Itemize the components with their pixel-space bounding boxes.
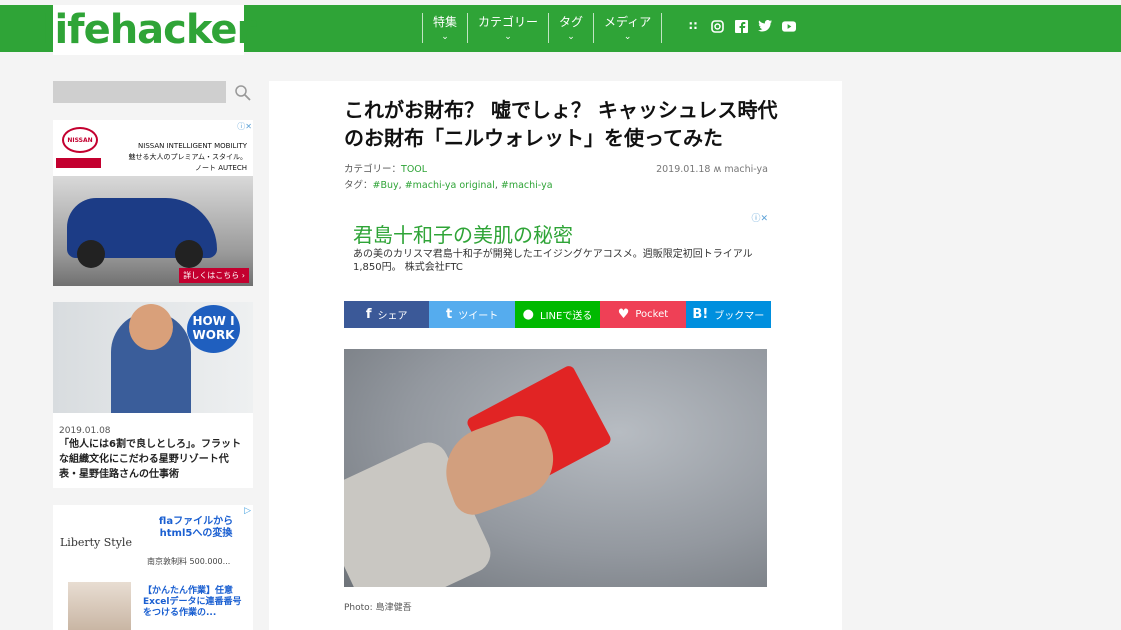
twitter-icon[interactable] <box>758 19 772 33</box>
ad-line1: NISSAN INTELLIGENT MOBILITY <box>138 142 247 150</box>
article-author[interactable]: machi-ya <box>724 164 768 175</box>
tag-link[interactable]: #Buy <box>373 180 399 191</box>
article-meta: カテゴリー：TOOL タグ：#Buy, #machi-ya original, … <box>344 162 768 194</box>
photo-caption: Photo: 島津健吾 <box>344 603 412 613</box>
share-label: ツイート <box>458 311 499 322</box>
card-title[interactable]: 「他人には6割で良しとしろ」。フラットな組織文化にこだわる星野リゾート代表・星野… <box>59 437 247 482</box>
tags-label: タグ： <box>344 180 373 191</box>
chevron-down-icon: ⌄ <box>504 32 512 42</box>
twitter-icon: t <box>446 307 453 322</box>
car-wheel <box>77 240 105 268</box>
article-date: 2019.01.18 <box>656 164 711 175</box>
nissan-logo: NISSAN <box>62 127 98 153</box>
liberty-ad[interactable]: ▷ Liberty Style flaファイルからhtml5への変換 南京敦制料… <box>53 505 253 630</box>
nav-label: メディア <box>604 15 652 29</box>
line-icon: ● <box>522 307 535 322</box>
card-date: 2019.01.08 <box>59 426 111 436</box>
rss-icon[interactable]: ∷ <box>686 19 700 33</box>
chevron-down-icon: ⌄ <box>623 32 632 42</box>
article-date-author: 2019.01.18 ʍ machi-ya <box>656 162 768 178</box>
instagram-icon[interactable] <box>710 19 724 33</box>
tag-link[interactable]: #machi-ya <box>501 180 553 191</box>
ad-copy: NISSAN INTELLIGENT MOBILITY 魅せる大人のプレミアム・… <box>128 141 247 174</box>
ad-choices-icon[interactable]: ⓘ✕ <box>237 121 252 132</box>
nav-label: カテゴリー <box>478 15 539 29</box>
social-links: ∷ <box>686 19 796 33</box>
share-label: シェア <box>377 311 408 322</box>
ad-link-1[interactable]: flaファイルからhtml5への変換 <box>151 516 241 540</box>
ad-brand: Liberty Style <box>60 536 132 549</box>
ad-thumbnail[interactable] <box>68 582 131 630</box>
share-bar: f シェア t ツイート ● LINEで送る ♥ Pocket B! ブックマー <box>344 301 772 328</box>
chevron-down-icon: ⌄ <box>441 32 449 42</box>
site-header: lifehacker 特集 ⌄ カテゴリー ⌄ タグ ⌄ メディア ⌄ ∷ <box>0 5 1121 55</box>
badge-line2: WORK <box>192 328 235 342</box>
nissan-ad[interactable]: NISSAN NISSAN INTELLIGENT MOBILITY 魅せる大人… <box>53 120 253 286</box>
ad-publisher: 南京敦制料 500.000... <box>147 557 231 566</box>
article-title: これがお財布？ 嘘でしょ？ キャッシュレス時代のお財布「ニルウォレット」を使って… <box>344 98 778 150</box>
nav-label: 特集 <box>433 15 458 29</box>
nav-tag[interactable]: タグ ⌄ <box>548 13 593 43</box>
share-twitter-button[interactable]: t ツイート <box>429 301 515 328</box>
share-label: ブックマー <box>714 311 765 322</box>
inline-ad-desc: あの美のカリスマ君島十和子が開発したエイジングケアコスメ。週販限定初回トライアル… <box>353 249 753 273</box>
share-facebook-button[interactable]: f シェア <box>344 301 430 328</box>
related-article-card[interactable]: HOW I WORK 2019.01.08 「他人には6割で良しとしろ」。フラット… <box>53 302 253 488</box>
ad-line3: ノート AUTECH <box>195 164 247 172</box>
car-wheel <box>175 240 203 268</box>
tag-link[interactable]: #machi-ya original <box>405 180 495 191</box>
person-face <box>129 304 173 350</box>
author-icon: ʍ <box>713 164 722 175</box>
search-input[interactable] <box>53 81 226 103</box>
share-pocket-button[interactable]: ♥ Pocket <box>600 301 686 328</box>
facebook-icon[interactable] <box>734 19 748 33</box>
category-link[interactable]: TOOL <box>401 164 427 175</box>
tags-line: タグ：#Buy, #machi-ya original, #machi-ya <box>344 180 553 191</box>
ad-choices-icon[interactable]: ⓘ✕ <box>751 211 768 224</box>
share-label: LINEで送る <box>540 311 593 322</box>
search-icon[interactable] <box>234 84 252 102</box>
nav-tokushu[interactable]: 特集 ⌄ <box>422 13 467 43</box>
ad-cta-button[interactable]: 詳しくはこちら › <box>179 268 249 283</box>
nav-media[interactable]: メディア ⌄ <box>593 13 663 43</box>
share-line-button[interactable]: ● LINEで送る <box>514 301 601 328</box>
inline-ad[interactable]: ⓘ✕ 君島十和子の美肌の秘密 あの美のカリスマ君島十和子が開発したエイジングケア… <box>344 211 768 285</box>
ad-header: NISSAN NISSAN INTELLIGENT MOBILITY 魅せる大人… <box>53 120 253 172</box>
share-hatena-button[interactable]: B! ブックマー <box>685 301 772 328</box>
main-nav: 特集 ⌄ カテゴリー ⌄ タグ ⌄ メディア ⌄ <box>422 13 663 47</box>
site-logo[interactable]: lifehacker <box>42 5 256 55</box>
how-i-work-badge: HOW I WORK <box>187 305 240 353</box>
share-label: Pocket <box>635 309 669 320</box>
logo-text[interactable]: lifehacker <box>42 10 257 50</box>
nav-label: タグ <box>559 15 584 29</box>
badge-line1: HOW I <box>192 314 235 328</box>
nav-category[interactable]: カテゴリー ⌄ <box>467 13 548 43</box>
hatena-bookmark-icon: B! <box>692 307 709 322</box>
article-container: これがお財布？ 嘘でしょ？ キャッシュレス時代のお財布「ニルウォレット」を使って… <box>269 81 842 630</box>
nissan-badge <box>56 158 101 168</box>
ad-choices-icon[interactable]: ▷ <box>244 506 251 516</box>
article-hero-image <box>344 349 767 587</box>
inline-ad-heading[interactable]: 君島十和子の美肌の秘密 <box>353 219 768 248</box>
youtube-icon[interactable] <box>782 19 796 33</box>
facebook-icon: f <box>365 307 372 322</box>
ad-line2: 魅せる大人のプレミアム・スタイル。 <box>128 153 247 161</box>
pocket-icon: ♥ <box>617 307 630 322</box>
chevron-down-icon: ⌄ <box>567 32 575 42</box>
category-label: カテゴリー： <box>344 164 402 175</box>
ad-link-2[interactable]: 【かんたん作業】任意Excelデータに連番番号をつける作業の... <box>143 586 249 619</box>
nissan-brand: NISSAN <box>67 136 93 144</box>
article-thumbnail[interactable]: HOW I WORK <box>53 302 253 413</box>
